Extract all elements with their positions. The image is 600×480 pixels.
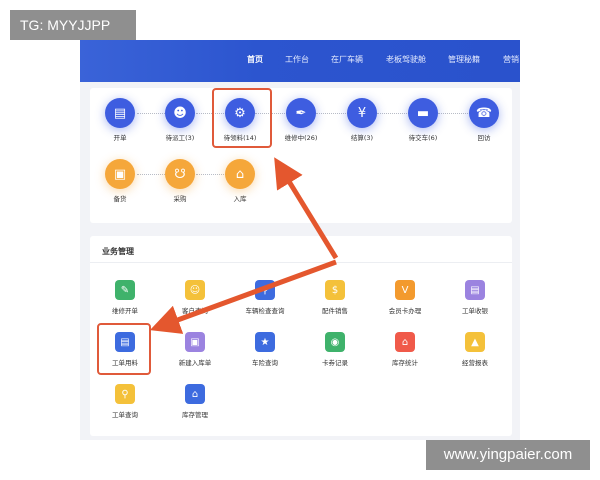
flow-step-follow-up[interactable]: ☎ 回访 <box>449 98 519 142</box>
watermark-bottom-right: www.yingpaier.com <box>426 440 590 470</box>
grid-item-label: 工单收银 <box>462 307 488 315</box>
repair-order-icon: ✎ <box>115 280 135 300</box>
grid-item-label: 客户查询 <box>182 307 208 315</box>
watermark-top-left: TG: MYYJJPP <box>10 10 136 40</box>
grid-item-new-stock-in[interactable]: ▣ 新建入库单 <box>160 332 230 367</box>
highlight-box-work-material <box>97 323 151 375</box>
grid-item-work-order-search[interactable]: ⚲ 工单查询 <box>90 384 160 419</box>
grid-item-repair-order[interactable]: ✎ 维修开单 <box>90 280 160 315</box>
inventory-icon: ⌂ <box>395 332 415 352</box>
flow-step-in-repair[interactable]: ✒ 维修中(26) <box>266 98 336 142</box>
grid-item-insurance[interactable]: ★ 车险查询 <box>230 332 300 367</box>
report-icon: ▲ <box>465 332 485 352</box>
member-card-icon: V <box>395 280 415 300</box>
grid-item-inventory-manage[interactable]: ⌂ 库存管理 <box>160 384 230 419</box>
grid-item-label: 卡券记录 <box>322 359 348 367</box>
box-icon: ▣ <box>105 159 135 189</box>
grid-item-parts-sales[interactable]: $ 配件销售 <box>300 280 370 315</box>
flow-step-label: 回访 <box>477 134 491 142</box>
work-order-search-icon: ⚲ <box>115 384 135 404</box>
nav-workbench[interactable]: 工作台 <box>285 40 309 82</box>
coupon-icon: ◉ <box>325 332 345 352</box>
workflow-panel: ▤ 开单 ☻ 待派工(3) ⚙ 待领料(14) ✒ 维修中(26) ¥ 结算(3… <box>90 88 512 223</box>
wrench-icon: ✒ <box>286 98 316 128</box>
vehicle-check-icon: ⚲ <box>255 280 275 300</box>
section-title: 业务管理 <box>102 247 134 256</box>
app-window: 首页 工作台 在厂车辆 老板驾驶舱 管理秘籍 营销 ▤ 开单 ☻ 待派工(3) … <box>80 40 520 440</box>
parts-sales-icon: $ <box>325 280 345 300</box>
grid-item-label: 库存管理 <box>182 411 208 419</box>
grid-item-cashier[interactable]: ▤ 工单收银 <box>440 280 510 315</box>
top-nav-bar: 首页 工作台 在厂车辆 老板驾驶舱 管理秘籍 营销 <box>80 40 520 82</box>
grid-item-label: 配件销售 <box>322 307 348 315</box>
customer-search-icon: ☺ <box>185 280 205 300</box>
grid-item-customer-search[interactable]: ☺ 客户查询 <box>160 280 230 315</box>
highlight-box-pending-materials <box>212 88 272 148</box>
clipboard-icon: ▤ <box>105 98 135 128</box>
car-icon: ▬ <box>408 98 438 128</box>
nav-marketing[interactable]: 营销 <box>503 40 519 82</box>
section-divider <box>90 262 512 263</box>
grid-item-label: 车险查询 <box>252 359 278 367</box>
grid-item-label: 经营报表 <box>462 359 488 367</box>
flow-step-label: 入库 <box>233 195 247 203</box>
insurance-icon: ★ <box>255 332 275 352</box>
grid-item-label: 工单查询 <box>112 411 138 419</box>
flow-step-label: 待交车(6) <box>408 134 438 142</box>
grid-item-label: 维修开单 <box>112 307 138 315</box>
new-stock-in-icon: ▣ <box>185 332 205 352</box>
flow-step-stock-in[interactable]: ⌂ 入库 <box>205 159 275 203</box>
grid-item-report[interactable]: ▲ 经营报表 <box>440 332 510 367</box>
yen-icon: ¥ <box>347 98 377 128</box>
business-management-panel: 业务管理 ✎ 维修开单 ☺ 客户查询 ⚲ 车辆检查查询 $ 配件销售 V 会员卡… <box>90 236 512 436</box>
flow-step-pending-delivery[interactable]: ▬ 待交车(6) <box>388 98 458 142</box>
inventory-manage-icon: ⌂ <box>185 384 205 404</box>
worker-icon: ☻ <box>165 98 195 128</box>
flow-step-label: 结算(3) <box>350 134 374 142</box>
nav-boss-cockpit[interactable]: 老板驾驶舱 <box>386 40 426 82</box>
nav-in-factory-vehicles[interactable]: 在厂车辆 <box>331 40 363 82</box>
grid-item-label: 新建入库单 <box>178 359 212 367</box>
flow-step-settlement[interactable]: ¥ 结算(3) <box>327 98 397 142</box>
grid-item-member-card[interactable]: V 会员卡办理 <box>370 280 440 315</box>
cart-icon: ☋ <box>165 159 195 189</box>
grid-item-label: 库存统计 <box>392 359 418 367</box>
grid-item-vehicle-check[interactable]: ⚲ 车辆检查查询 <box>230 280 300 315</box>
cashier-icon: ▤ <box>465 280 485 300</box>
nav-home[interactable]: 首页 <box>247 40 263 82</box>
grid-item-coupon[interactable]: ◉ 卡券记录 <box>300 332 370 367</box>
grid-item-label: 车辆检查查询 <box>245 307 285 315</box>
warehouse-icon: ⌂ <box>225 159 255 189</box>
flow-step-label: 维修中(26) <box>284 134 318 142</box>
nav-management-tips[interactable]: 管理秘籍 <box>448 40 480 82</box>
phone-icon: ☎ <box>469 98 499 128</box>
grid-item-label: 会员卡办理 <box>388 307 422 315</box>
grid-item-inventory[interactable]: ⌂ 库存统计 <box>370 332 440 367</box>
